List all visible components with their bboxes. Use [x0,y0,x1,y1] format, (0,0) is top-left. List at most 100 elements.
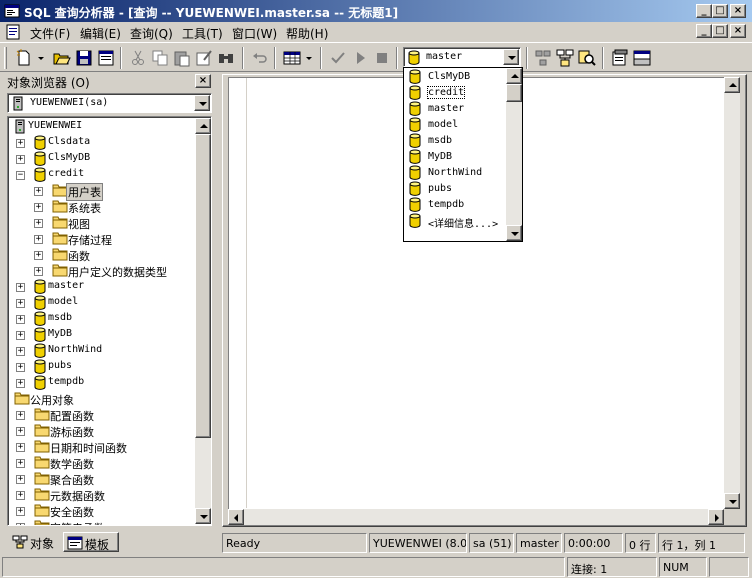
menu-edit[interactable]: 编辑(E) [80,25,121,42]
tree-node[interactable]: + NorthWind [12,343,202,359]
tab-objects[interactable]: 对象 [9,532,63,552]
tree-node[interactable]: + 游标函数 [12,423,202,439]
find-binoculars-icon[interactable] [216,48,236,68]
tab-templates[interactable]: 模板 [63,532,119,552]
database-option[interactable]: tempdb [406,197,506,213]
expand-icon[interactable]: + [16,363,25,372]
database-option[interactable]: msdb [406,133,506,149]
toolbar-grip[interactable] [4,47,7,69]
database-selector[interactable]: master [403,47,521,67]
results-mode-dropdown-icon[interactable] [304,48,314,68]
maximize-button[interactable]: □ [712,4,728,18]
tree-node[interactable]: + 用户定义的数据类型 [12,263,202,279]
scroll-up-button[interactable] [506,68,522,84]
tree-node[interactable]: + 数学函数 [12,455,202,471]
expand-icon[interactable]: + [16,283,25,292]
object-browser-toggle-icon[interactable] [555,48,575,68]
database-list-scrollbar[interactable] [506,68,522,241]
editor-vertical-scrollbar[interactable] [724,77,740,509]
tree-node[interactable]: 公用对象 [8,391,198,407]
database-dropdown-list[interactable]: ClsMyDB credit master model msdb MyDB NorthWin… [403,67,523,242]
scroll-down-button[interactable] [195,508,211,524]
tree-node[interactable]: + master [12,279,202,295]
database-option[interactable]: MyDB [406,149,506,165]
editor-horizontal-scrollbar[interactable] [228,509,724,525]
menu-window[interactable]: 窗口(W) [232,25,277,42]
menu-help[interactable]: 帮助(H) [286,25,328,42]
tree-node[interactable]: + 用户表 [12,183,202,201]
results-grid-icon[interactable] [282,48,302,68]
expand-icon[interactable]: + [34,251,43,260]
expand-icon[interactable]: + [16,299,25,308]
object-search-icon[interactable] [577,48,597,68]
object-tree[interactable]: YUEWENWEI + Clsdata + ClsMyDB − credit + 用户表 + 系统表… [7,116,212,526]
expand-icon[interactable]: + [16,443,25,452]
scroll-thumb[interactable] [195,134,211,438]
clear-window-icon[interactable] [194,48,214,68]
close-button[interactable]: × [730,4,746,18]
database-option[interactable]: pubs [406,181,506,197]
collapse-icon[interactable]: − [16,171,25,180]
object-browser-close-button[interactable]: × [195,74,211,88]
cancel-stop-icon[interactable] [372,48,392,68]
tree-node[interactable]: + tempdb [12,375,202,391]
expand-icon[interactable]: + [16,411,25,420]
scroll-thumb[interactable] [506,84,522,102]
tree-node[interactable]: + MyDB [12,327,202,343]
new-query-icon[interactable] [14,48,34,68]
execute-play-icon[interactable] [350,48,370,68]
tree-node[interactable]: + 视图 [12,215,202,231]
cut-icon[interactable] [128,48,148,68]
scroll-up-button[interactable] [724,77,740,93]
database-option[interactable]: <详细信息...> [406,213,506,230]
tree-node[interactable]: YUEWENWEI [8,119,198,135]
expand-icon[interactable]: + [16,379,25,388]
save-icon[interactable] [74,48,94,68]
tree-node[interactable]: + 元数据函数 [12,487,202,503]
expand-icon[interactable]: + [16,155,25,164]
server-selector[interactable]: YUEWENWEI(sa) [7,93,212,113]
server-selector-dropdown-button[interactable] [194,95,210,111]
tree-node[interactable]: + 系统表 [12,199,202,215]
display-plan-icon[interactable] [533,48,553,68]
undo-icon[interactable] [250,48,270,68]
database-option[interactable]: ClsMyDB [406,69,506,85]
object-tree-vertical-scrollbar[interactable] [195,118,211,524]
child-restore-button[interactable]: □ [712,24,728,38]
tree-node[interactable]: + msdb [12,311,202,327]
expand-icon[interactable]: + [34,235,43,244]
menu-query[interactable]: 查询(Q) [130,25,173,42]
database-option[interactable]: credit [406,85,506,101]
database-selector-dropdown-button[interactable] [503,49,519,65]
scroll-right-button[interactable] [708,509,724,525]
expand-icon[interactable]: + [16,475,25,484]
expand-icon[interactable]: + [34,187,43,196]
expand-icon[interactable]: + [16,507,25,516]
menu-tools[interactable]: 工具(T) [182,25,223,42]
document-window-icon[interactable] [5,24,21,40]
tree-node[interactable]: + model [12,295,202,311]
expand-icon[interactable]: + [16,347,25,356]
expand-icon[interactable]: + [34,267,43,276]
copy-icon[interactable] [150,48,170,68]
tree-node[interactable]: + ClsMyDB [12,151,202,167]
expand-icon[interactable]: + [16,139,25,148]
scroll-up-button[interactable] [195,118,211,134]
menu-file[interactable]: 文件(F) [30,25,70,42]
expand-icon[interactable]: + [16,315,25,324]
database-option[interactable]: master [406,101,506,117]
database-option[interactable]: NorthWind [406,165,506,181]
tree-node[interactable]: + 安全函数 [12,503,202,519]
expand-icon[interactable]: + [16,427,25,436]
tree-node[interactable]: + pubs [12,359,202,375]
scroll-down-button[interactable] [506,225,522,241]
scroll-down-button[interactable] [724,493,740,509]
open-folder-icon[interactable] [52,48,72,68]
minimize-button[interactable]: _ [696,4,712,18]
expand-icon[interactable]: + [16,523,25,525]
tree-node[interactable]: + 配置函数 [12,407,202,423]
tree-node[interactable]: + 字符串函数 [12,519,202,525]
parse-check-icon[interactable] [328,48,348,68]
tree-node[interactable]: + 存储过程 [12,231,202,247]
new-dropdown-icon[interactable] [36,48,46,68]
